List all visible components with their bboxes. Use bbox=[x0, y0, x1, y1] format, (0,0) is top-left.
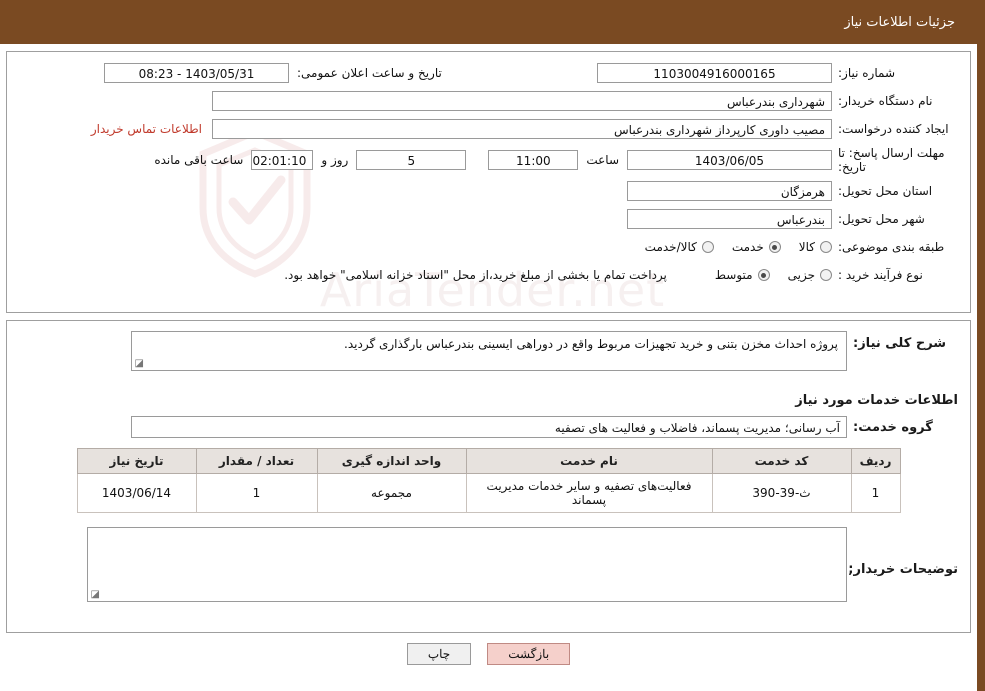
need-details-panel: شماره نیاز: 1103004916000165 تاریخ و ساع… bbox=[6, 51, 971, 313]
services-section-title: اطلاعات خدمات مورد نیاز bbox=[795, 393, 958, 408]
deadline-hour-label: ساعت bbox=[586, 153, 619, 167]
need-number-label: شماره نیاز: bbox=[838, 66, 895, 80]
radio-category-kala-khedmat[interactable]: کالا/خدمت bbox=[645, 240, 714, 254]
footer-buttons: بازگشت چاپ bbox=[0, 643, 977, 665]
purchase-note: پرداخت تمام یا بخشی از مبلغ خرید،از محل … bbox=[284, 268, 667, 282]
row-category: طبقه بندی موضوعی: کالا خدمت کالا/خدمت bbox=[19, 236, 958, 258]
row-deadline: مهلت ارسال پاسخ: تا تاریخ: 1403/06/05 سا… bbox=[19, 146, 958, 174]
radio-icon-kala[interactable] bbox=[820, 241, 832, 253]
deadline-date-value: 1403/06/05 bbox=[627, 150, 832, 170]
page-title: جزئیات اطلاعات نیاز bbox=[844, 14, 955, 30]
requester-value: مصیب داوری کارپرداز شهرداری بندرعباس bbox=[212, 119, 832, 139]
buyer-contact-link[interactable]: اطلاعات تماس خریدار bbox=[91, 122, 202, 136]
radio-label-motevaset: متوسط bbox=[714, 268, 753, 282]
need-number-value: 1103004916000165 bbox=[597, 63, 832, 83]
announce-datetime-label: تاریخ و ساعت اعلان عمومی: bbox=[297, 66, 442, 80]
description-label: شرح کلی نیاز: bbox=[853, 336, 947, 351]
service-group-label: گروه خدمت: bbox=[853, 419, 933, 435]
purchase-type-label: نوع فرآیند خرید : bbox=[838, 268, 923, 282]
print-button[interactable]: چاپ bbox=[406, 643, 472, 665]
radio-label-kala-khedmat: کالا/خدمت bbox=[644, 240, 697, 254]
radio-purchase-jozei[interactable]: جزیی bbox=[788, 268, 832, 282]
row-requester: ایجاد کننده درخواست: مصیب داوری کارپرداز… bbox=[19, 118, 958, 140]
announce-datetime-value: 1403/05/31 - 08:23 bbox=[104, 63, 289, 83]
col-unit: واحد اندازه گیری bbox=[316, 448, 467, 474]
table-row: 1 ث-39-390 فعالیت‌های تصفیه و سایر خدمات… bbox=[76, 473, 901, 513]
col-index: ردیف bbox=[850, 448, 901, 474]
radio-icon-kala-khedmat[interactable] bbox=[701, 241, 714, 253]
buyer-notes-textarea[interactable]: ◪ bbox=[87, 527, 847, 602]
service-group-value: آب رسانی؛ مدیریت پسماند، فاضلاب و فعالیت… bbox=[131, 416, 847, 438]
need-body-panel: شرح کلی نیاز: پروژه احداث مخزن بتنی و خر… bbox=[6, 320, 971, 633]
resize-handle-icon-notes[interactable]: ◪ bbox=[90, 590, 100, 600]
cell-code: ث-39-390 bbox=[711, 473, 852, 513]
deadline-hour-value: 11:00 bbox=[488, 150, 579, 170]
category-label: طبقه بندی موضوعی: bbox=[838, 240, 945, 254]
resize-handle-icon[interactable]: ◪ bbox=[134, 359, 144, 369]
radio-icon-khedmat[interactable] bbox=[768, 241, 781, 253]
row-city: شهر محل تحویل: بندرعباس bbox=[19, 208, 958, 230]
description-block: شرح کلی نیاز: پروژه احداث مخزن بتنی و خر… bbox=[7, 321, 970, 383]
cell-name: فعالیت‌های تصفیه و سایر خدمات مدیریت پسم… bbox=[465, 473, 713, 513]
remaining-days-label: روز و bbox=[321, 153, 349, 167]
province-value: هرمزگان bbox=[627, 181, 832, 201]
row-purchase-type: نوع فرآیند خرید : جزیی متوسط پرداخت تمام… bbox=[19, 264, 958, 286]
radio-label-kala: کالا bbox=[798, 240, 815, 254]
table-header-row: ردیف کد خدمت نام خدمت واحد اندازه گیری ت… bbox=[76, 448, 901, 474]
buyer-org-value: شهرداری بندرعباس bbox=[212, 91, 832, 111]
col-code: کد خدمت bbox=[711, 448, 852, 474]
back-button[interactable]: بازگشت bbox=[487, 643, 571, 665]
cell-quantity: 1 bbox=[195, 473, 318, 513]
description-value: پروژه احداث مخزن بتنی و خرید تجهیزات مرب… bbox=[344, 337, 838, 351]
buyer-notes-label: توضیحات خریدار; bbox=[848, 562, 958, 577]
radio-purchase-motevaset[interactable]: متوسط bbox=[715, 268, 770, 282]
city-value: بندرعباس bbox=[627, 209, 832, 229]
col-date: تاریخ نیاز bbox=[76, 448, 197, 474]
row-buyer-org: نام دستگاه خریدار: شهرداری بندرعباس bbox=[19, 90, 958, 112]
deadline-label: مهلت ارسال پاسخ: تا تاریخ: bbox=[838, 146, 945, 174]
row-need-number: شماره نیاز: 1103004916000165 تاریخ و ساع… bbox=[19, 62, 958, 84]
cell-unit: مجموعه bbox=[316, 473, 467, 513]
cell-index: 1 bbox=[850, 473, 901, 513]
remaining-time-label: ساعت باقی مانده bbox=[154, 153, 244, 167]
radio-category-kala[interactable]: کالا bbox=[799, 240, 832, 254]
col-quantity: تعداد / مقدار bbox=[195, 448, 318, 474]
city-label: شهر محل تحویل: bbox=[838, 212, 925, 226]
radio-label-jozei: جزیی bbox=[787, 268, 815, 282]
remaining-days-value: 5 bbox=[356, 150, 467, 170]
service-group-row: گروه خدمت: آب رسانی؛ مدیریت پسماند، فاضل… bbox=[7, 416, 970, 448]
buyer-org-label: نام دستگاه خریدار: bbox=[838, 94, 933, 108]
page-header: جزئیات اطلاعات نیاز bbox=[0, 0, 977, 44]
buyer-notes-block: توضیحات خریدار; ◪ bbox=[7, 513, 970, 602]
radio-label-khedmat: خدمت bbox=[731, 240, 764, 254]
province-label: استان محل تحویل: bbox=[838, 184, 933, 198]
requester-label: ایجاد کننده درخواست: bbox=[838, 122, 949, 136]
cell-date: 1403/06/14 bbox=[76, 473, 197, 513]
page-root: AriaTender.net جزئیات اطلاعات نیاز شماره… bbox=[0, 0, 985, 691]
services-table: ردیف کد خدمت نام خدمت واحد اندازه گیری ت… bbox=[76, 448, 901, 513]
radio-icon-motevaset[interactable] bbox=[757, 269, 770, 281]
remaining-time-value: 02:01:10 bbox=[251, 150, 314, 170]
col-name: نام خدمت bbox=[465, 448, 713, 474]
row-province: استان محل تحویل: هرمزگان bbox=[19, 180, 958, 202]
description-textarea[interactable]: پروژه احداث مخزن بتنی و خرید تجهیزات مرب… bbox=[131, 331, 847, 371]
radio-category-khedmat[interactable]: خدمت bbox=[732, 240, 781, 254]
radio-icon-jozei[interactable] bbox=[820, 269, 832, 281]
